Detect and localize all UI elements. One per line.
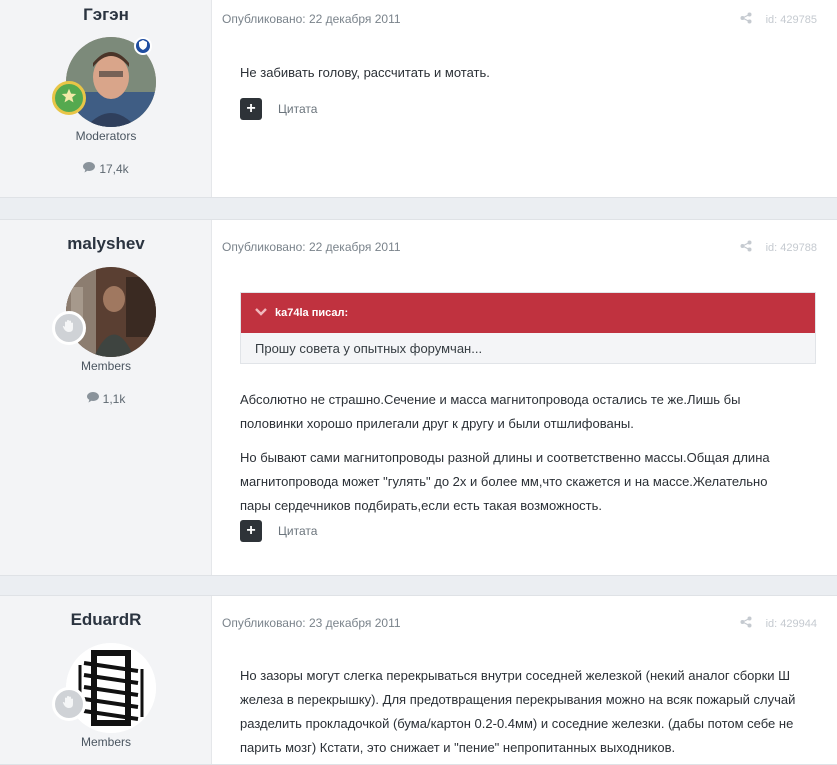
share-icon[interactable] <box>740 616 752 631</box>
author-group: Moderators <box>75 129 137 143</box>
author-group: Members <box>80 735 131 749</box>
hand-icon <box>61 318 77 339</box>
rank-badge <box>52 81 86 115</box>
quote-header[interactable]: ka74la писал: <box>241 293 815 333</box>
rank-badge <box>52 687 86 721</box>
post-tools: id: 429944 <box>740 616 817 631</box>
quote-author: ka74la писал: <box>275 307 349 319</box>
shield-icon <box>139 37 147 55</box>
quote-label[interactable]: Цитата <box>278 524 317 538</box>
author-panel: EduardR Members <box>0 596 212 764</box>
post: Гэгэн Moderators 17,4k Опубликовано: 22 … <box>0 0 837 198</box>
avatar-container <box>52 267 156 357</box>
chevron-down-icon[interactable] <box>255 307 267 320</box>
post-id: id: 429944 <box>765 617 817 630</box>
plus-icon[interactable]: + <box>240 520 262 542</box>
post-tools: id: 429788 <box>740 240 817 255</box>
post-date[interactable]: Опубликовано: 23 декабря 2011 <box>222 616 401 630</box>
author-panel: Гэгэн Moderators 17,4k <box>0 0 212 197</box>
author-name[interactable]: malyshev <box>0 234 212 254</box>
avatar-container <box>52 643 156 733</box>
quote-text: Прошу совета у опытных форумчан... <box>241 333 815 363</box>
plus-icon[interactable]: + <box>240 98 262 120</box>
post-content: Не забивать голову, рассчитать и мотать. <box>240 61 800 85</box>
post-count-value: 1,1k <box>102 392 126 406</box>
star-icon <box>61 88 77 109</box>
share-icon[interactable] <box>740 240 752 255</box>
post-content: Но зазоры могут слегка перекрываться вну… <box>240 664 800 760</box>
post-date[interactable]: Опубликовано: 22 декабря 2011 <box>222 240 401 254</box>
post-count: 17,4k <box>0 162 212 176</box>
post: EduardR Members Опубликовано: 23 декабря… <box>0 595 837 765</box>
post-paragraph: Абсолютно не страшно.Сечение и масса маг… <box>240 392 741 431</box>
post-content: Абсолютно не страшно.Сечение и масса маг… <box>240 388 800 518</box>
author-group: Members <box>80 359 131 373</box>
comment-icon <box>86 392 99 406</box>
avatar-container <box>52 37 156 127</box>
hand-icon <box>61 694 77 715</box>
post-date[interactable]: Опубликовано: 22 декабря 2011 <box>222 12 401 26</box>
post-id: id: 429785 <box>765 13 817 26</box>
post-paragraph: Не забивать голову, рассчитать и мотать. <box>240 65 490 80</box>
moderator-badge <box>134 37 152 55</box>
post-count-value: 17,4k <box>99 162 129 176</box>
avatar[interactable] <box>66 643 156 733</box>
share-icon[interactable] <box>740 12 752 27</box>
quote-button[interactable]: + Цитата <box>240 520 317 542</box>
rank-badge <box>52 311 86 345</box>
post-tools: id: 429785 <box>740 12 817 27</box>
quote-label[interactable]: Цитата <box>278 102 317 116</box>
author-panel: malyshev Members 1,1k <box>0 220 212 575</box>
post: malyshev Members 1,1k Опубликовано: 22 д… <box>0 219 837 576</box>
avatar[interactable] <box>66 267 156 357</box>
comment-icon <box>83 162 96 176</box>
post-paragraph: Но бывают сами магнитопроводы разной дли… <box>240 450 770 513</box>
quote-button[interactable]: + Цитата <box>240 98 317 120</box>
post-id: id: 429788 <box>765 241 817 254</box>
quote-block: ka74la писал: Прошу совета у опытных фор… <box>240 292 816 364</box>
author-name[interactable]: EduardR <box>0 610 212 630</box>
author-name[interactable]: Гэгэн <box>0 5 212 25</box>
post-paragraph: Но зазоры могут слегка перекрываться вну… <box>240 668 796 755</box>
post-count: 1,1k <box>0 392 212 406</box>
